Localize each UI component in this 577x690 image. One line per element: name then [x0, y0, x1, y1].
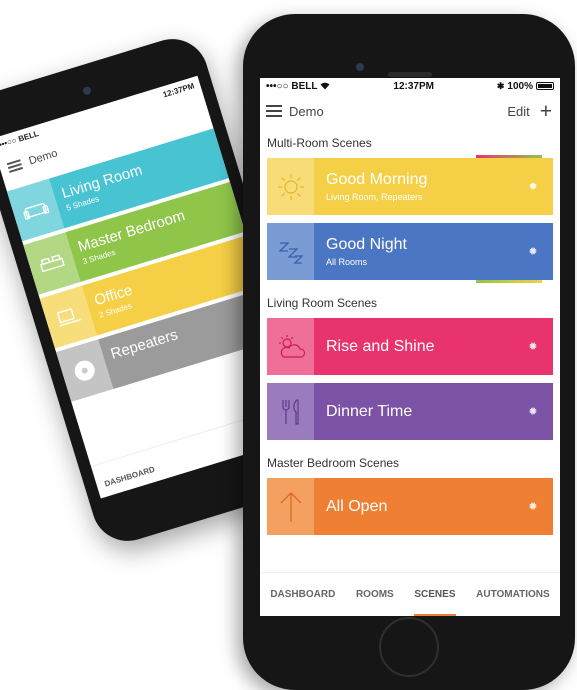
home-button[interactable] — [379, 617, 439, 677]
cloud-sun-icon — [267, 318, 314, 375]
clock: 12:37PM — [393, 80, 434, 92]
front-phone: •••○○ BELL 12:37PM ✱ 100% Demo Edit + Mu… — [243, 14, 575, 690]
tab-scenes[interactable]: SCENES — [414, 573, 456, 616]
scene-rooms: Living Room, Repeaters — [326, 192, 423, 202]
scene-name: Dinner Time — [326, 402, 413, 420]
battery-status: ✱ 100% — [497, 81, 554, 92]
arrow-up-icon — [267, 478, 314, 535]
gear-icon[interactable]: ✹ — [527, 406, 539, 418]
scene-name: Rise and Shine — [326, 337, 435, 355]
nav-title: Demo — [27, 147, 60, 168]
carrier-label: •••○○ BELL — [266, 80, 318, 92]
zzz-icon — [267, 223, 314, 280]
add-button[interactable]: + — [540, 101, 552, 122]
wifi-icon — [320, 82, 330, 90]
status-bar: •••○○ BELL 12:37PM ✱ 100% — [260, 78, 560, 94]
gear-icon[interactable]: ✹ — [527, 246, 539, 258]
tab-dashboard[interactable]: DASHBOARD — [103, 465, 155, 489]
scene-rise-and-shine[interactable]: Rise and Shine ✹ — [267, 318, 553, 375]
front-camera — [356, 63, 364, 71]
nav-title[interactable]: Demo — [289, 104, 324, 119]
bluetooth-icon: ✱ — [496, 80, 505, 91]
phone-screen: •••○○ BELL 12:37PM ✱ 100% Demo Edit + Mu… — [260, 78, 560, 616]
scene-good-night[interactable]: Good Night All Rooms ✹ — [267, 223, 553, 283]
nav-bar: Demo Edit + — [260, 94, 560, 128]
gear-icon[interactable]: ✹ — [527, 341, 539, 353]
front-camera — [81, 85, 92, 96]
menu-icon[interactable] — [266, 105, 282, 117]
section-header-master-bedroom: Master Bedroom Scenes — [267, 456, 400, 470]
carrier: •••○○ BELL — [266, 81, 330, 92]
fork-knife-icon — [267, 383, 314, 440]
scene-good-morning[interactable]: Good Morning Living Room, Repeaters ✹ — [267, 155, 553, 215]
tab-rooms[interactable]: ROOMS — [356, 573, 394, 617]
room-color-strip — [476, 280, 542, 283]
scene-dinner-time[interactable]: Dinner Time ✹ — [267, 383, 553, 440]
scene-rooms: All Rooms — [326, 257, 368, 267]
earpiece — [388, 72, 432, 77]
scene-name: Good Night — [326, 236, 407, 253]
section-header-living-room: Living Room Scenes — [267, 296, 378, 310]
gear-icon[interactable]: ✹ — [527, 181, 539, 193]
edit-button[interactable]: Edit — [507, 104, 529, 119]
battery-icon — [536, 82, 554, 90]
menu-icon[interactable] — [6, 159, 24, 173]
room-color-strip — [476, 155, 542, 158]
sun-icon — [267, 158, 314, 215]
tab-dashboard[interactable]: DASHBOARD — [270, 573, 335, 617]
gear-icon[interactable]: ✹ — [527, 501, 539, 513]
scene-name: Good Morning — [326, 171, 428, 188]
scene-name: All Open — [326, 497, 388, 515]
tab-bar: DASHBOARD ROOMS SCENES AUTOMATIONS — [260, 572, 560, 616]
battery-percent: 100% — [507, 80, 533, 92]
tab-automations[interactable]: AUTOMATIONS — [476, 573, 550, 617]
section-header-multi-room: Multi-Room Scenes — [267, 136, 372, 150]
scene-all-open[interactable]: All Open ✹ — [267, 478, 553, 535]
